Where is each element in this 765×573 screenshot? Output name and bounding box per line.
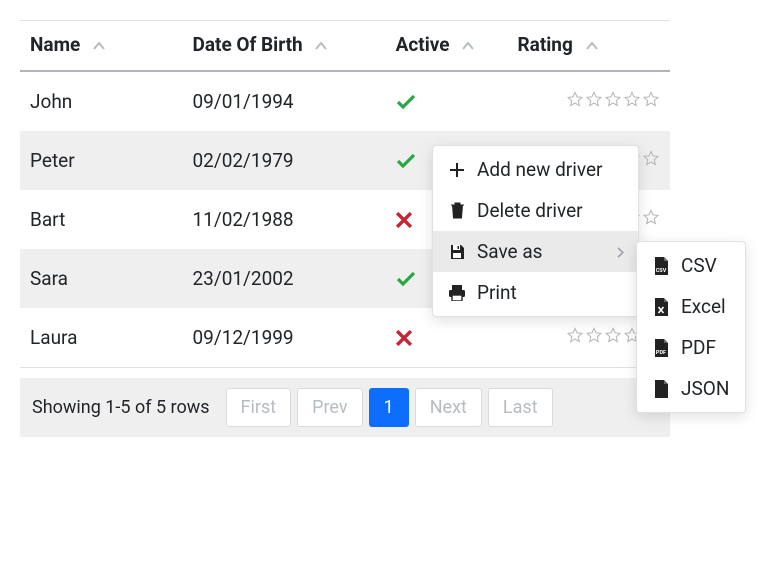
save-icon [447, 244, 467, 260]
menu-item-add-driver[interactable]: Add new driver [433, 149, 638, 190]
cell-dob: 09/12/1999 [183, 308, 386, 368]
sort-icon [315, 42, 327, 50]
column-header-name-label: Name [30, 33, 80, 56]
plus-icon [447, 162, 467, 178]
menu-item-print[interactable]: Print [433, 272, 638, 313]
star-icon[interactable] [604, 91, 622, 108]
menu-item-label: Add new driver [477, 158, 602, 181]
cell-name: Peter [20, 131, 183, 190]
page-next-button[interactable]: Next [415, 388, 482, 427]
column-header-name[interactable]: Name [20, 21, 183, 72]
column-header-active[interactable]: Active [386, 21, 508, 72]
star-icon[interactable] [566, 91, 584, 108]
star-icon[interactable] [642, 150, 660, 167]
column-header-rating-label: Rating [518, 33, 573, 56]
page-prev-button[interactable]: Prev [297, 388, 362, 427]
chevron-right-icon [617, 240, 624, 263]
table-row[interactable]: John09/01/1994 [20, 71, 670, 131]
column-header-active-label: Active [396, 33, 450, 56]
page-first-button[interactable]: First [226, 388, 292, 427]
print-icon [447, 285, 467, 301]
page-number-button[interactable]: 1 [369, 388, 409, 427]
cell-name: John [20, 71, 183, 131]
file-json-icon [651, 380, 671, 398]
cell-active [386, 71, 508, 131]
cell-dob: 11/02/1988 [183, 190, 386, 249]
star-icon[interactable] [604, 327, 622, 344]
pager: First Prev 1 Next Last [226, 388, 553, 427]
file-pdf-icon: PDF [651, 339, 671, 357]
file-excel-icon [651, 298, 671, 316]
menu-item-label: Print [477, 281, 517, 304]
context-menu: Add new driver Delete driver Save as Pri… [432, 145, 639, 317]
column-header-dob-label: Date Of Birth [193, 33, 303, 56]
menu-item-save-as[interactable]: Save as [433, 231, 638, 272]
submenu-item-label: Excel [681, 295, 726, 318]
submenu-item-label: CSV [681, 254, 717, 277]
cell-dob: 09/01/1994 [183, 71, 386, 131]
trash-icon [447, 202, 467, 219]
star-icon[interactable] [566, 327, 584, 344]
submenu-item-json[interactable]: JSON [637, 368, 745, 409]
check-icon [396, 94, 498, 110]
page-last-button[interactable]: Last [488, 388, 553, 427]
column-header-rating[interactable]: Rating [508, 21, 671, 72]
submenu-item-pdf[interactable]: PDF PDF [637, 327, 745, 368]
cell-dob: 23/01/2002 [183, 249, 386, 308]
submenu-item-label: PDF [681, 336, 716, 359]
star-icon[interactable] [642, 209, 660, 226]
cell-rating[interactable] [508, 71, 671, 131]
file-csv-icon: CSV [651, 257, 671, 275]
cell-name: Bart [20, 190, 183, 249]
cell-name: Sara [20, 249, 183, 308]
star-icon[interactable] [623, 91, 641, 108]
cell-name: Laura [20, 308, 183, 368]
submenu-item-excel[interactable]: Excel [637, 286, 745, 327]
menu-item-label: Delete driver [477, 199, 583, 222]
svg-text:PDF: PDF [656, 350, 666, 356]
menu-item-delete-driver[interactable]: Delete driver [433, 190, 638, 231]
submenu-item-csv[interactable]: CSV CSV [637, 245, 745, 286]
star-rating[interactable] [566, 91, 660, 108]
menu-item-label: Save as [477, 240, 543, 263]
cell-dob: 02/02/1979 [183, 131, 386, 190]
submenu-item-label: JSON [681, 377, 729, 400]
cross-icon [396, 330, 498, 346]
star-icon[interactable] [585, 91, 603, 108]
sort-icon [462, 42, 474, 50]
column-header-dob[interactable]: Date Of Birth [183, 21, 386, 72]
svg-text:CSV: CSV [656, 268, 667, 274]
pagination-info: Showing 1-5 of 5 rows [32, 397, 210, 418]
save-as-submenu: CSV CSV Excel PDF PDF JSON [636, 241, 746, 413]
star-icon[interactable] [585, 327, 603, 344]
star-icon[interactable] [642, 91, 660, 108]
pagination-footer: Showing 1-5 of 5 rows First Prev 1 Next … [20, 378, 670, 437]
sort-icon [93, 42, 105, 50]
sort-icon [586, 42, 598, 50]
